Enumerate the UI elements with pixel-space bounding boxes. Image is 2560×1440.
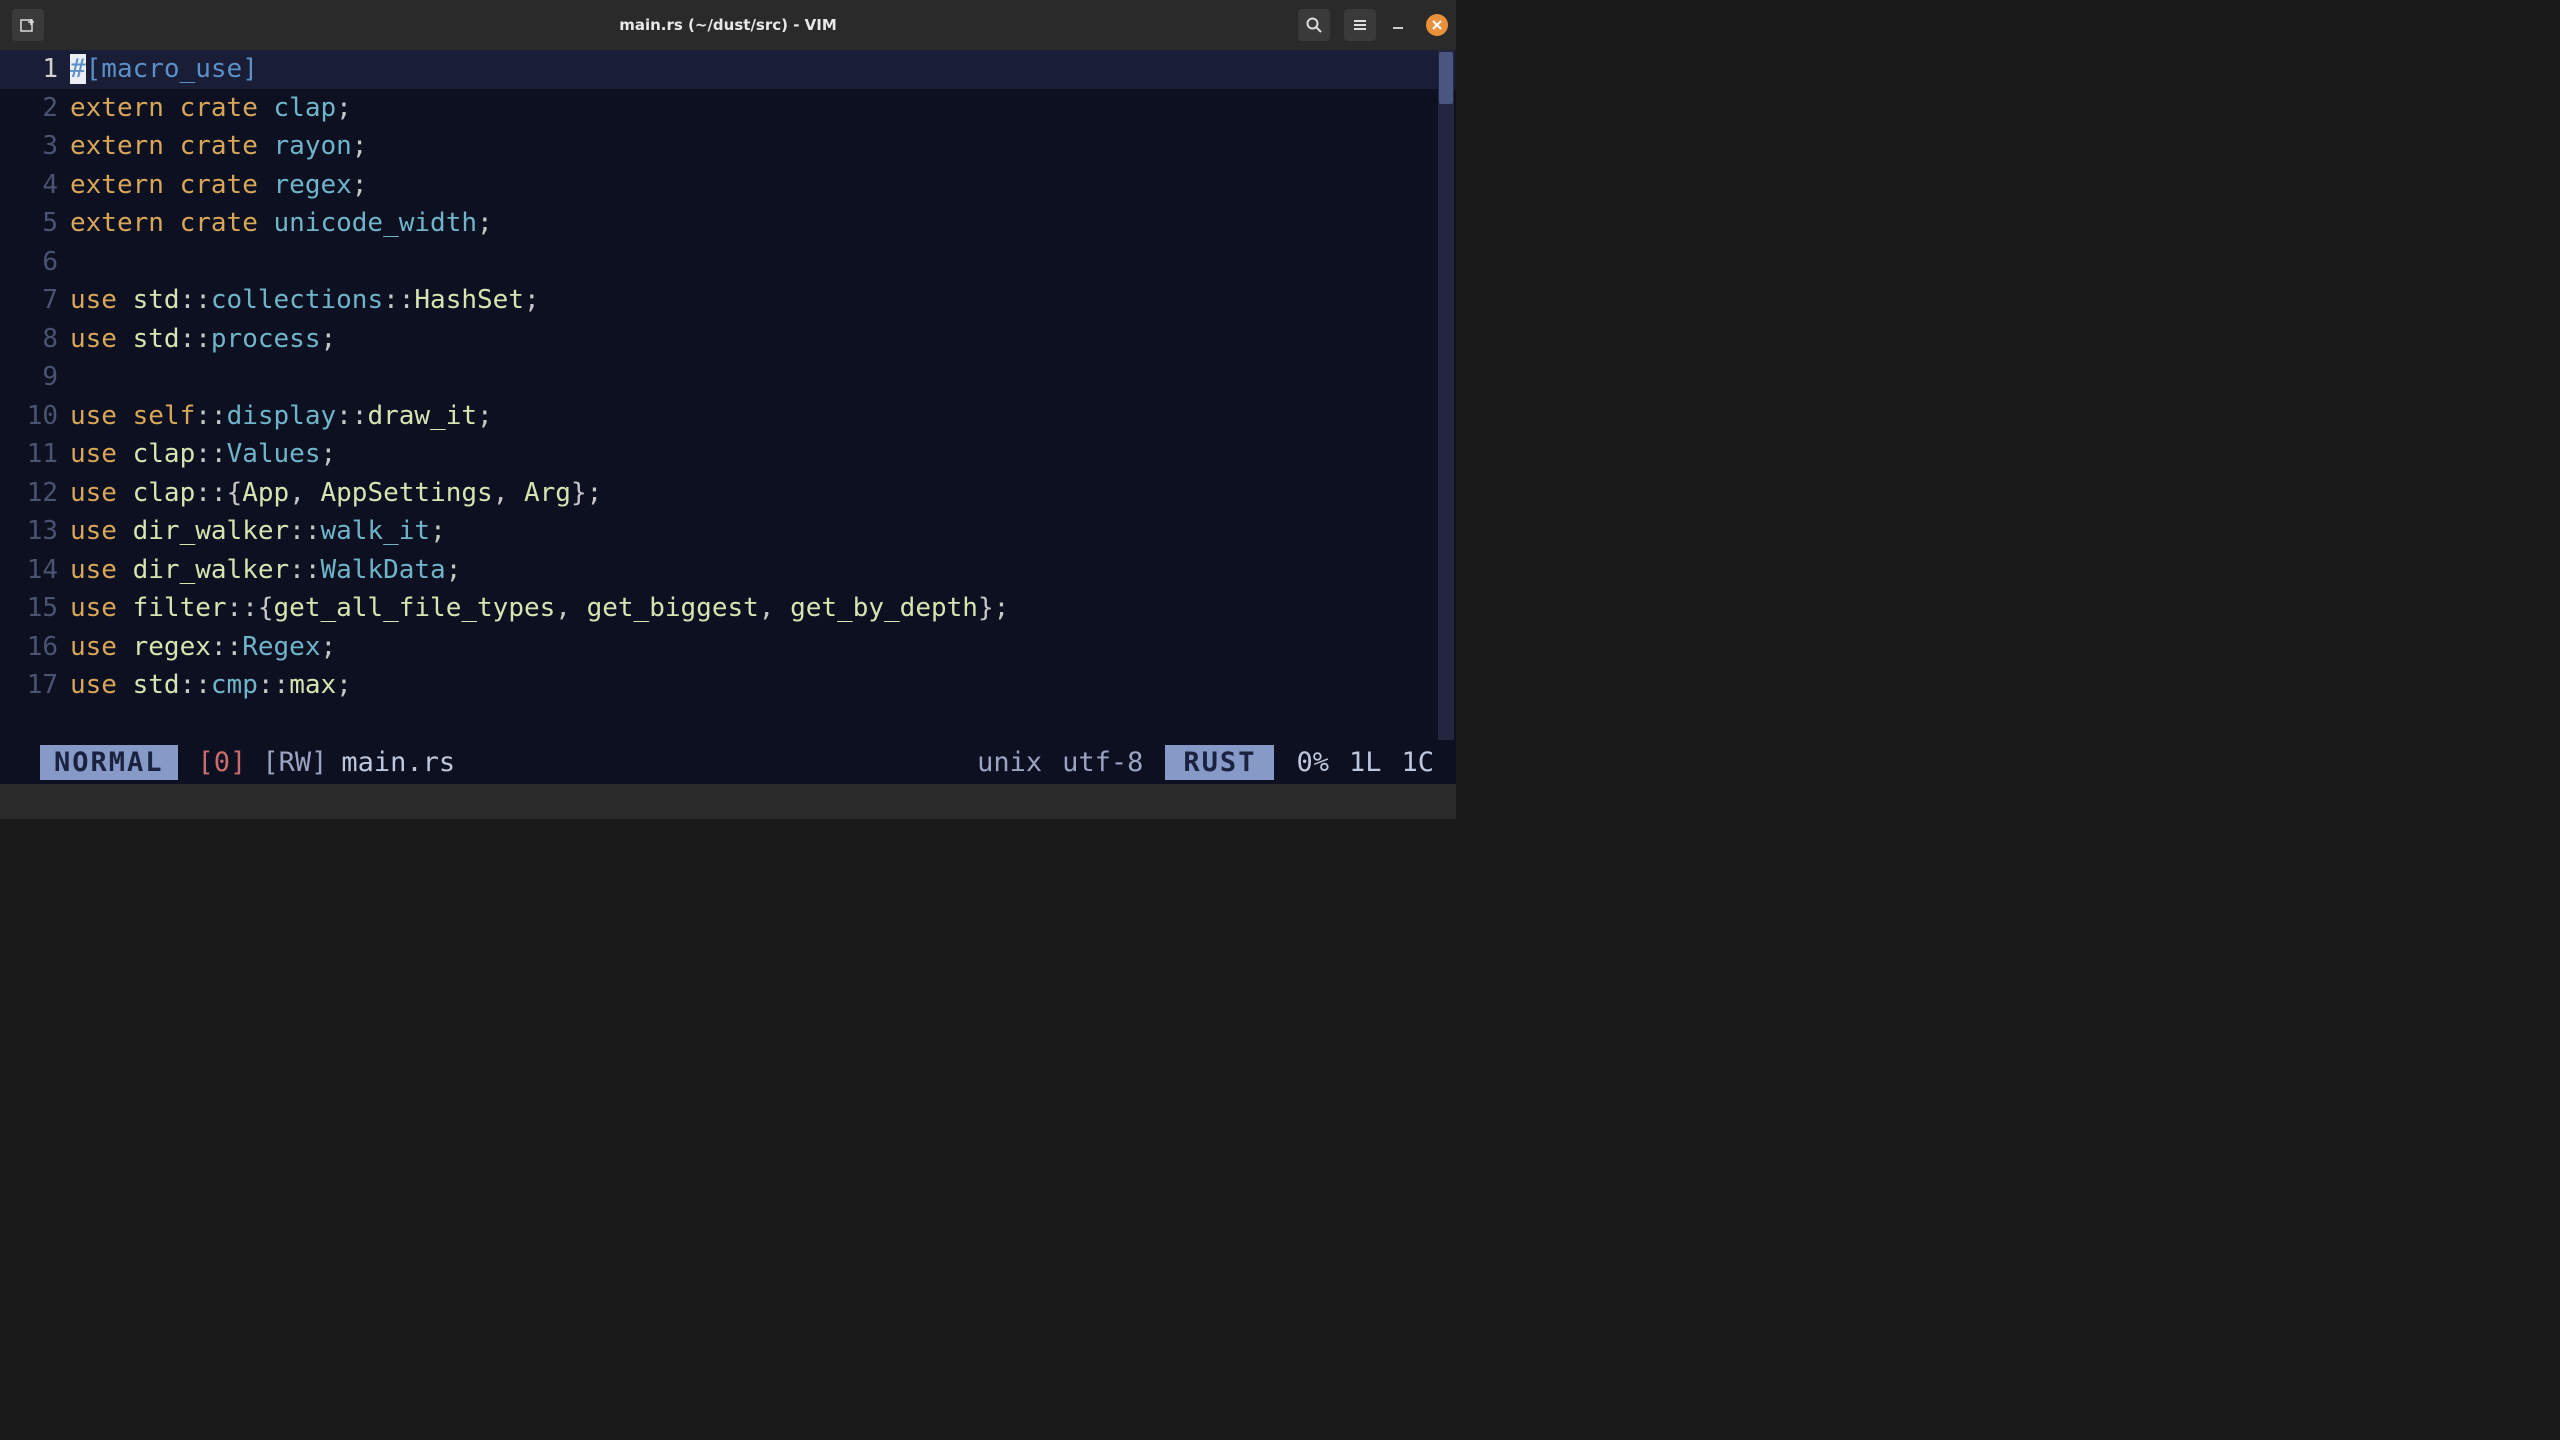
status-column: 1C xyxy=(1391,747,1456,778)
line-number: 4 xyxy=(0,170,70,200)
hamburger-icon xyxy=(1351,16,1369,34)
statusline: NORMAL [0] [RW] main.rs unix utf-8 RUST … xyxy=(0,740,1456,784)
line-content: use std::process; xyxy=(70,324,1456,354)
line-number: 17 xyxy=(0,670,70,700)
code-line[interactable]: 1#[macro_use] xyxy=(0,50,1456,89)
line-content: use dir_walker::walk_it; xyxy=(70,516,1456,546)
status-percent: 0% xyxy=(1286,747,1339,778)
line-number: 5 xyxy=(0,208,70,238)
window-title: main.rs (~/dust/src) - VIM xyxy=(619,16,837,34)
line-number: 1 xyxy=(0,54,70,84)
titlebar-right xyxy=(1294,9,1448,41)
line-number: 12 xyxy=(0,478,70,508)
menu-button[interactable] xyxy=(1344,9,1376,41)
code-line[interactable]: 8use std::process; xyxy=(0,320,1456,359)
line-number: 7 xyxy=(0,285,70,315)
scrollbar-thumb[interactable] xyxy=(1439,52,1453,104)
line-content: extern crate regex; xyxy=(70,170,1456,200)
code-line[interactable]: 13use dir_walker::walk_it; xyxy=(0,512,1456,551)
line-number: 15 xyxy=(0,593,70,623)
code-line[interactable]: 4extern crate regex; xyxy=(0,166,1456,205)
new-tab-button[interactable] xyxy=(12,9,44,41)
editor-area[interactable]: 1#[macro_use]2extern crate clap;3extern … xyxy=(0,50,1456,784)
line-number: 13 xyxy=(0,516,70,546)
status-filename: main.rs xyxy=(333,747,463,778)
code-line[interactable]: 6 xyxy=(0,243,1456,282)
close-icon xyxy=(1431,19,1443,31)
status-readwrite: [RW] xyxy=(256,747,333,778)
line-content: #[macro_use] xyxy=(70,54,1456,84)
scrollbar-track[interactable] xyxy=(1438,50,1454,740)
line-content: use std::collections::HashSet; xyxy=(70,285,1456,315)
code-line[interactable]: 2extern crate clap; xyxy=(0,89,1456,128)
status-mode: NORMAL xyxy=(40,745,178,780)
new-tab-icon xyxy=(19,16,37,34)
titlebar: main.rs (~/dust/src) - VIM xyxy=(0,0,1456,50)
code-line[interactable]: 7use std::collections::HashSet; xyxy=(0,281,1456,320)
line-number: 16 xyxy=(0,632,70,662)
line-content: use filter::{get_all_file_types, get_big… xyxy=(70,593,1456,623)
status-line: 1L xyxy=(1339,747,1392,778)
line-content: extern crate rayon; xyxy=(70,131,1456,161)
code-line[interactable]: 17use std::cmp::max; xyxy=(0,666,1456,705)
code-line[interactable]: 14use dir_walker::WalkData; xyxy=(0,551,1456,590)
code-line[interactable]: 12use clap::{App, AppSettings, Arg}; xyxy=(0,474,1456,513)
search-button[interactable] xyxy=(1298,9,1330,41)
line-number: 11 xyxy=(0,439,70,469)
line-content: use regex::Regex; xyxy=(70,632,1456,662)
code-line[interactable]: 16use regex::Regex; xyxy=(0,628,1456,667)
terminal-window: main.rs (~/dust/src) - VIM 1#[macro_use]… xyxy=(0,0,1456,819)
minimize-icon xyxy=(1390,17,1406,33)
status-language: RUST xyxy=(1165,745,1274,780)
code-line[interactable]: 9 xyxy=(0,358,1456,397)
line-content: use clap::Values; xyxy=(70,439,1456,469)
status-encoding: utf-8 xyxy=(1052,747,1153,778)
line-number: 8 xyxy=(0,324,70,354)
code-line[interactable]: 10use self::display::draw_it; xyxy=(0,397,1456,436)
titlebar-left xyxy=(8,9,48,41)
desktop-bottom-strip xyxy=(0,784,1456,819)
code-line[interactable]: 5extern crate unicode_width; xyxy=(0,204,1456,243)
line-number: 2 xyxy=(0,93,70,123)
code-buffer[interactable]: 1#[macro_use]2extern crate clap;3extern … xyxy=(0,50,1456,740)
code-line[interactable]: 3extern crate rayon; xyxy=(0,127,1456,166)
line-number: 14 xyxy=(0,555,70,585)
line-content: extern crate clap; xyxy=(70,93,1456,123)
line-content: extern crate unicode_width; xyxy=(70,208,1456,238)
status-fileformat: unix xyxy=(967,747,1052,778)
line-number: 6 xyxy=(0,247,70,277)
line-content: use dir_walker::WalkData; xyxy=(70,555,1456,585)
close-button[interactable] xyxy=(1426,14,1448,36)
line-content: use clap::{App, AppSettings, Arg}; xyxy=(70,478,1456,508)
status-git: [0] xyxy=(178,747,257,778)
code-line[interactable]: 11use clap::Values; xyxy=(0,435,1456,474)
code-line[interactable]: 15use filter::{get_all_file_types, get_b… xyxy=(0,589,1456,628)
search-icon xyxy=(1305,16,1323,34)
line-number: 3 xyxy=(0,131,70,161)
line-content: use self::display::draw_it; xyxy=(70,401,1456,431)
line-content: use std::cmp::max; xyxy=(70,670,1456,700)
line-number: 9 xyxy=(0,362,70,392)
minimize-button[interactable] xyxy=(1386,13,1410,37)
line-number: 10 xyxy=(0,401,70,431)
